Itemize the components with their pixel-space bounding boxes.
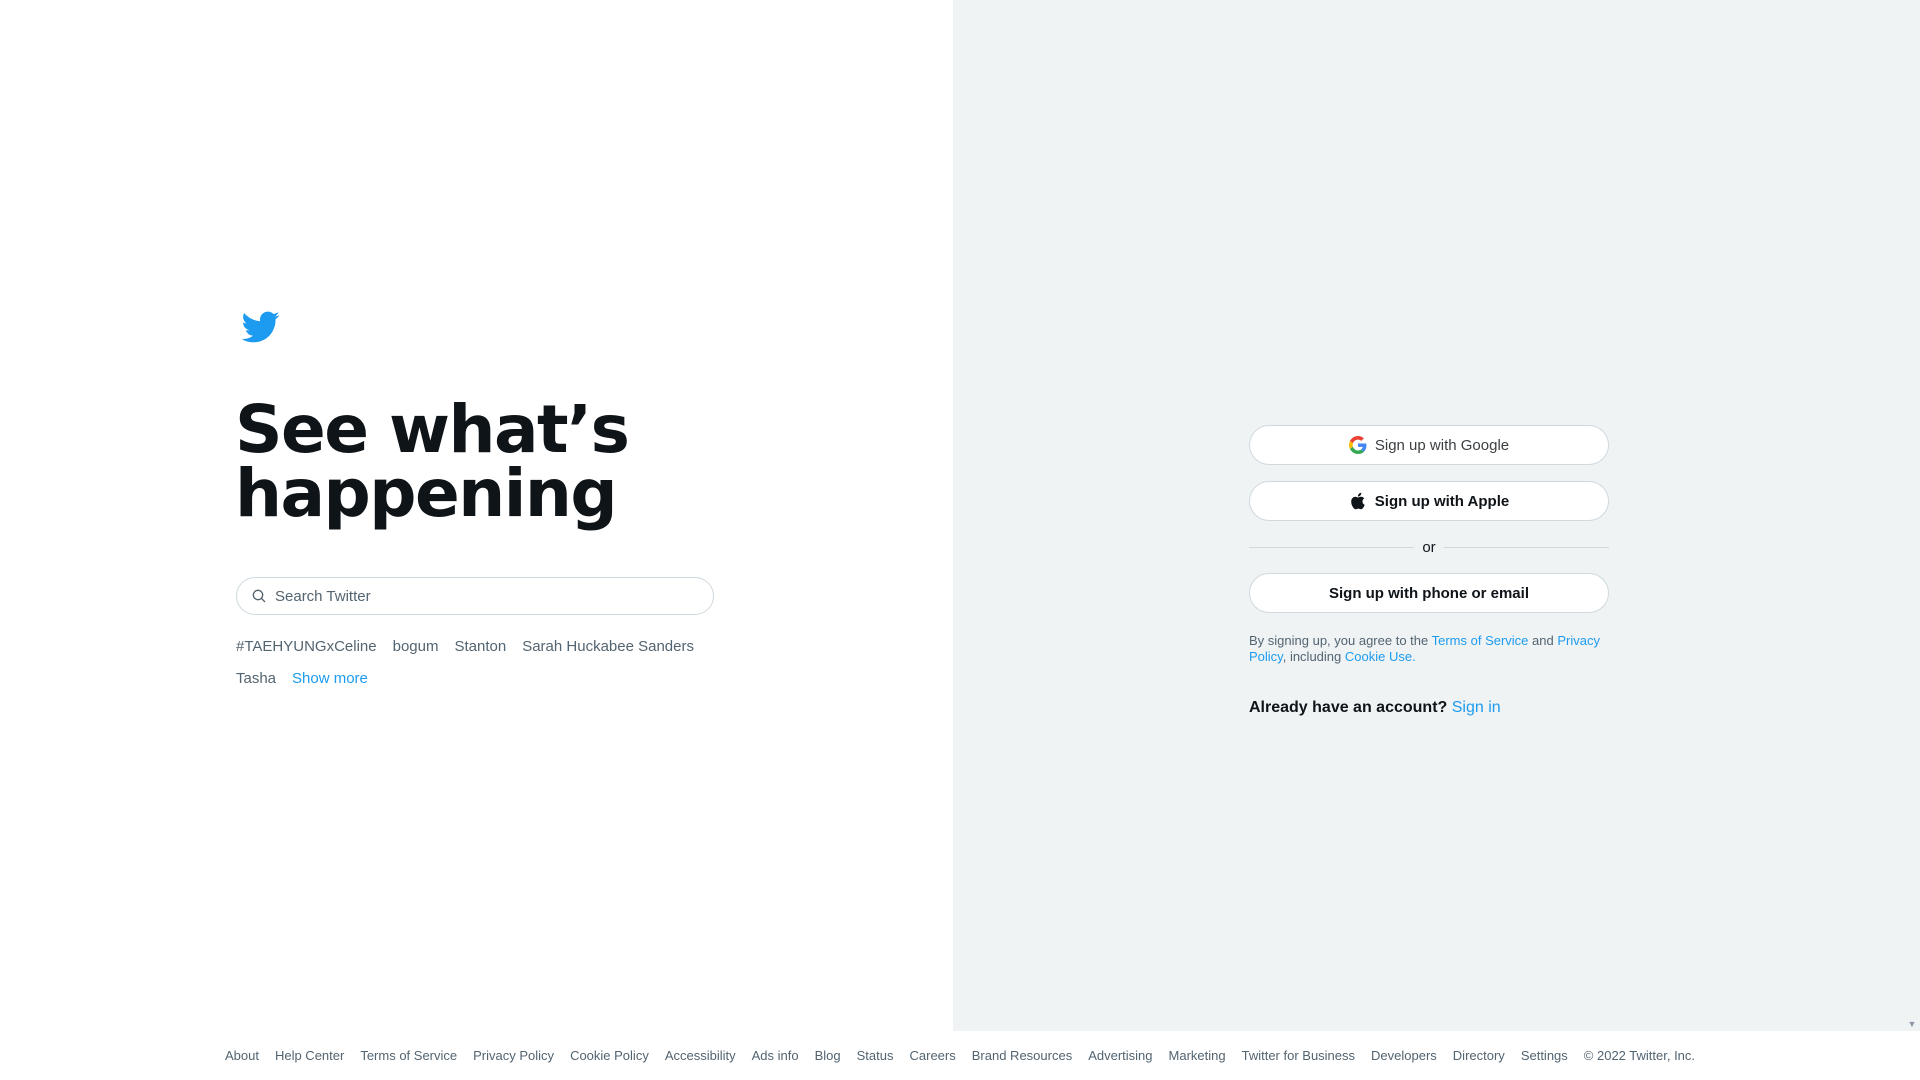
footer-link-developers[interactable]: Developers xyxy=(1371,1048,1437,1063)
google-icon xyxy=(1348,436,1367,454)
footer-link-settings[interactable]: Settings xyxy=(1521,1048,1568,1063)
google-signup-button[interactable]: Sign up with Google xyxy=(1249,425,1609,465)
legal-including: , including xyxy=(1282,649,1345,664)
footer-link-ads-info[interactable]: Ads info xyxy=(752,1048,799,1063)
footer-link-careers[interactable]: Careers xyxy=(910,1048,956,1063)
twitter-bird-icon xyxy=(236,307,284,347)
footer-link-blog[interactable]: Blog xyxy=(815,1048,841,1063)
legal-prefix: By signing up, you agree to the xyxy=(1249,633,1432,648)
divider-line xyxy=(1249,546,1415,548)
search-icon xyxy=(251,588,267,604)
legal-and: and xyxy=(1528,633,1558,648)
footer-link-accessibility[interactable]: Accessibility xyxy=(665,1048,736,1063)
left-pane: See what’s happening #TAEHYUNGxCeline bo… xyxy=(0,0,953,1031)
headline-line-2: happening xyxy=(235,455,618,532)
divider-line xyxy=(1443,546,1609,548)
footer-link-brand-resources[interactable]: Brand Resources xyxy=(972,1048,1072,1063)
footer-link-about[interactable]: About xyxy=(225,1048,259,1063)
have-account-text: Already have an account? xyxy=(1249,699,1448,716)
footer-link-directory[interactable]: Directory xyxy=(1453,1048,1505,1063)
sign-in-link[interactable]: Sign in xyxy=(1452,699,1501,716)
apple-signup-label: Sign up with Apple xyxy=(1374,492,1510,510)
page-headline: See what’s happening xyxy=(235,391,630,532)
trend-item[interactable]: Sarah Huckabee Sanders xyxy=(522,638,694,656)
footer-link-cookie-policy[interactable]: Cookie Policy xyxy=(570,1048,649,1063)
search-input[interactable] xyxy=(273,586,713,606)
footer-link-twitter-for-business[interactable]: Twitter for Business xyxy=(1242,1048,1355,1063)
or-divider: or xyxy=(1249,537,1609,557)
trend-item[interactable]: Tasha xyxy=(236,670,276,688)
have-account-row: Already have an account? Sign in xyxy=(1249,699,1609,717)
trend-item[interactable]: bogum xyxy=(393,638,439,656)
login-page: See what’s happening #TAEHYUNGxCeline bo… xyxy=(0,0,1920,1080)
footer-link-help-center[interactable]: Help Center xyxy=(275,1048,344,1063)
google-signup-label: Sign up with Google xyxy=(1374,436,1510,454)
cookie-use-link[interactable]: Cookie Use. xyxy=(1345,649,1416,664)
legal-text: By signing up, you agree to the Terms of… xyxy=(1249,633,1609,665)
trend-item[interactable]: #TAEHYUNGxCeline xyxy=(236,638,377,656)
footer-link-advertising[interactable]: Advertising xyxy=(1088,1048,1152,1063)
footer-link-privacy[interactable]: Privacy Policy xyxy=(473,1048,554,1063)
footer-link-terms[interactable]: Terms of Service xyxy=(360,1048,457,1063)
apple-icon xyxy=(1349,492,1367,510)
trend-item[interactable]: Stanton xyxy=(454,638,506,656)
phone-email-signup-button[interactable]: Sign up with phone or email xyxy=(1249,573,1609,613)
footer-link-status[interactable]: Status xyxy=(857,1048,894,1063)
apple-signup-button[interactable]: Sign up with Apple xyxy=(1249,481,1609,521)
trending-list: #TAEHYUNGxCeline bogum Stanton Sarah Huc… xyxy=(236,638,716,688)
signup-panel: Sign up with Google Sign up with Apple o… xyxy=(1249,425,1609,717)
search-box[interactable] xyxy=(236,577,714,615)
terms-of-service-link[interactable]: Terms of Service xyxy=(1432,633,1529,648)
scroll-down-icon[interactable]: ▼ xyxy=(1906,1019,1918,1029)
footer-copyright: © 2022 Twitter, Inc. xyxy=(1583,1048,1696,1063)
divider-text: or xyxy=(1422,538,1436,556)
headline-line-1: See what’s xyxy=(235,391,630,468)
show-more-link[interactable]: Show more xyxy=(292,670,368,688)
footer-link-marketing[interactable]: Marketing xyxy=(1169,1048,1226,1063)
footer: About Help Center Terms of Service Priva… xyxy=(0,1031,1920,1080)
phone-email-signup-label: Sign up with phone or email xyxy=(1328,584,1529,602)
